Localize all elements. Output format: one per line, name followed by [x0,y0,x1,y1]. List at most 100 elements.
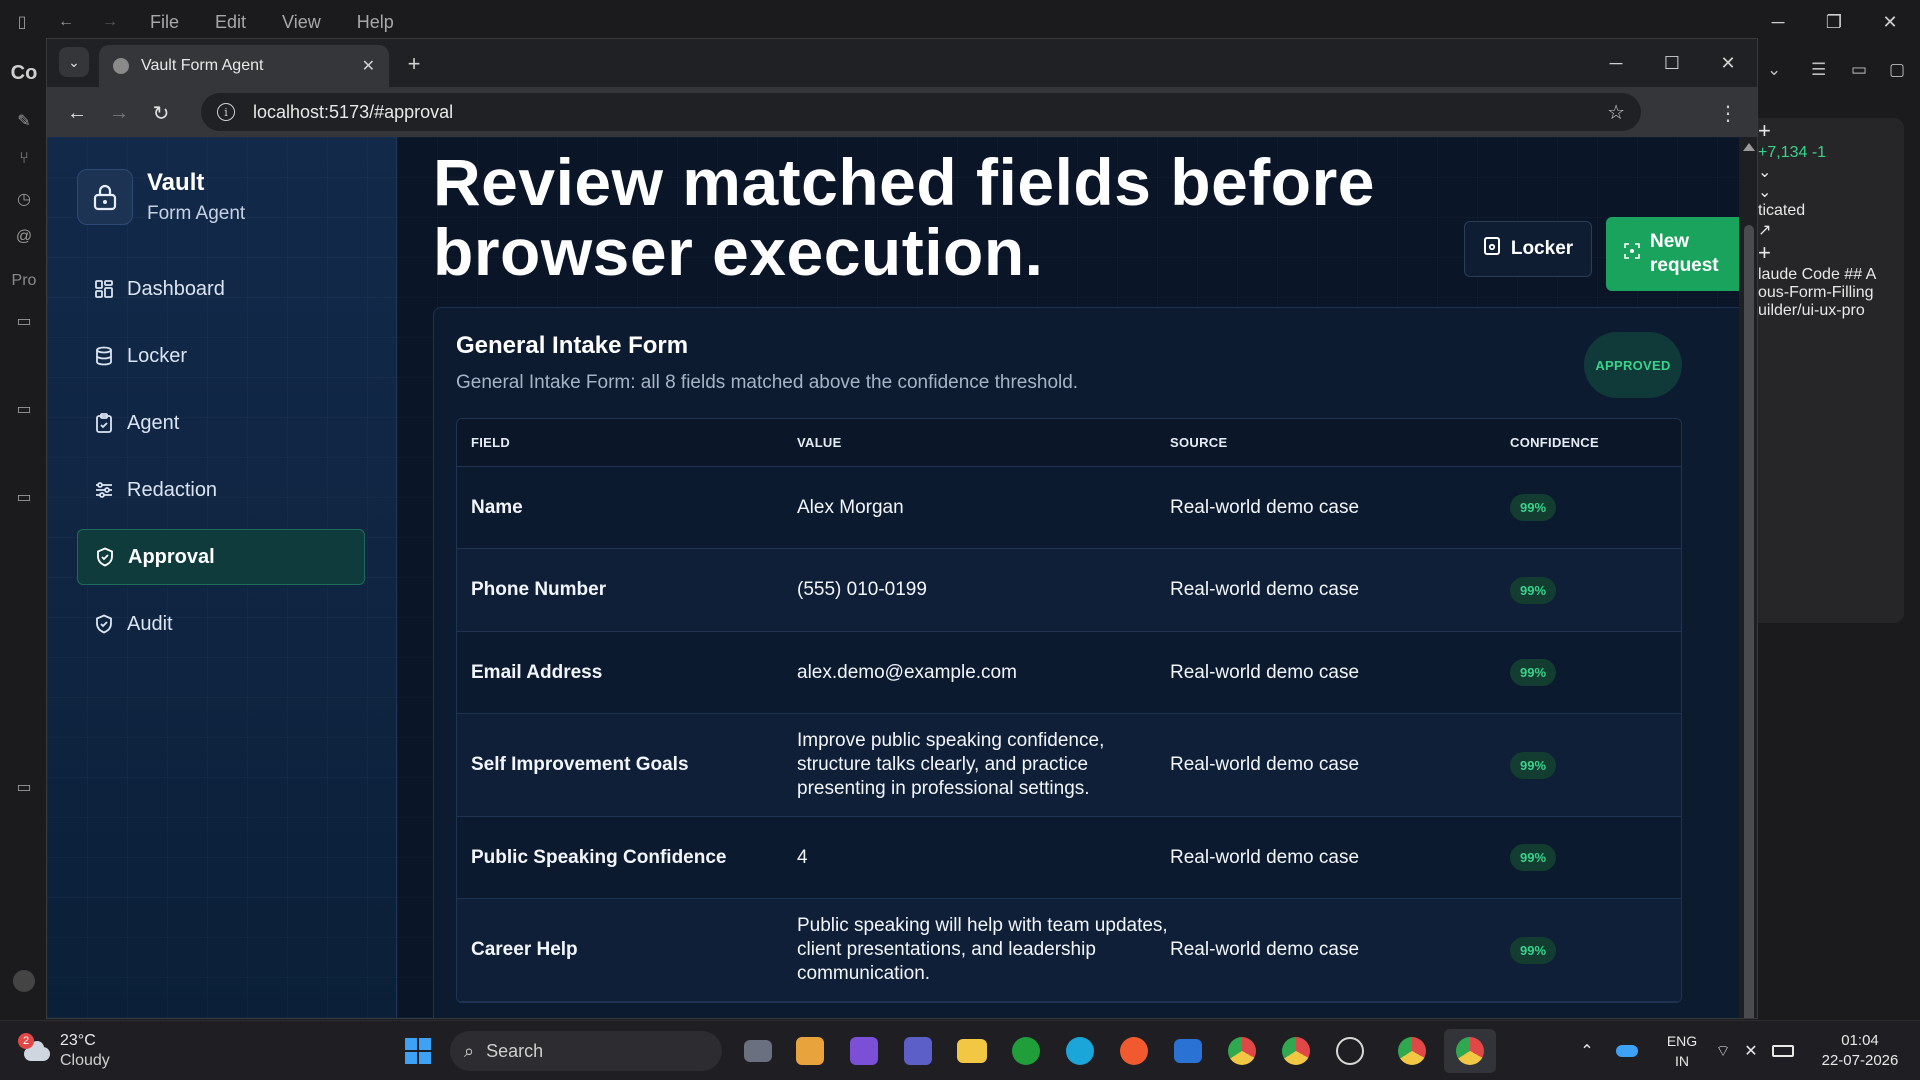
folder-icon[interactable]: ▭ [0,482,48,512]
sidebar-item-audit[interactable]: Audit [77,596,365,652]
scrollbar-thumb[interactable] [1744,225,1754,1018]
lock-icon [77,169,133,225]
folder-icon[interactable]: ▭ [0,772,48,802]
browser-tab-active[interactable]: Vault Form Agent ✕ [99,45,389,87]
task-view-icon[interactable] [738,1029,778,1073]
cell-field: Phone Number [471,579,607,600]
openai-icon[interactable] [1330,1029,1370,1073]
onedrive-icon[interactable] [1612,1029,1642,1073]
panel-icon[interactable]: ▭ [1851,60,1867,80]
scroll-up-icon[interactable] [1743,143,1755,151]
dashboard-icon [93,278,115,300]
sidebar-item-locker[interactable]: Locker [77,328,365,384]
session-item[interactable]: uilder/ui-ux-pro [1758,302,1904,320]
minimize-button[interactable]: ─ [1589,45,1643,81]
weather-widget[interactable]: 2 23°C Cloudy [18,1029,110,1073]
branch-icon[interactable]: ⑂ [0,144,48,174]
store-icon[interactable] [790,1029,830,1073]
app-icon[interactable] [1114,1029,1154,1073]
chevron-down-icon[interactable]: ⌄ [1767,60,1781,80]
host-restore-button[interactable]: ❐ [1806,0,1862,44]
form-card: General Intake Form General Intake Form:… [433,307,1739,1018]
avatar[interactable] [0,966,48,996]
outlook-icon[interactable] [1168,1029,1208,1073]
host-label-co: Co [10,61,38,84]
clock[interactable]: 01:04 22-07-2026 [1810,1031,1910,1071]
clock-icon[interactable]: ◷ [0,184,48,214]
new-request-button[interactable]: New request [1606,217,1739,291]
clipboard-icon [93,412,115,434]
xbox-icon[interactable] [1006,1029,1046,1073]
address-bar[interactable]: i localhost:5173/#approval ☆ [201,93,1641,131]
folder-icon[interactable]: ▭ [0,394,48,424]
session-item[interactable]: laude Code ## A [1758,266,1904,284]
language-indicator[interactable]: ENG IN [1660,1031,1704,1071]
sidebar-item-approval[interactable]: Approval [77,529,365,585]
maximize-button[interactable]: ☐ [1645,45,1699,81]
sidebar-item-agent[interactable]: Agent [77,395,365,451]
edit-icon[interactable]: ✎ [0,106,48,136]
url-text[interactable]: localhost:5173/#approval [253,102,1607,123]
tab-search-button[interactable]: ⌄ [59,47,89,77]
sidebar-item-dashboard[interactable]: Dashboard [77,261,365,317]
page-scrollbar[interactable] [1739,137,1757,1018]
reload-button[interactable]: ↻ [145,97,177,129]
chevron-down-icon[interactable]: ⌄ [1758,162,1904,182]
wifi-icon[interactable]: ⌔ [1710,1029,1736,1073]
chrome-icon[interactable] [1222,1029,1262,1073]
chrome-icon[interactable] [1392,1029,1432,1073]
sidebar-item-label: Redaction [127,478,218,501]
column-header-field: FIELD [471,435,511,450]
close-window-button[interactable]: ✕ [1701,45,1755,81]
host-minimize-button[interactable]: ─ [1750,0,1806,44]
sidebar-toggle-icon[interactable]: ▯ [0,0,44,44]
cell-field: Name [471,496,523,518]
back-button[interactable]: ← [61,97,93,129]
battery-icon[interactable] [1768,1029,1798,1073]
cloud-icon: 2 [18,1033,52,1063]
search-icon: ⌕ [464,1040,475,1061]
browser-menu-icon[interactable]: ⋮ [1713,97,1743,129]
taskbar-search[interactable]: ⌕ Search [450,1031,722,1071]
bookmark-star-icon[interactable]: ☆ [1607,100,1625,125]
chrome-icon-active[interactable] [1444,1029,1496,1073]
edge-icon[interactable] [1060,1029,1100,1073]
notification-badge: 2 [18,1033,34,1049]
sidebar-item-redaction[interactable]: Redaction [77,462,365,518]
language-code: ENG [1666,1033,1698,1049]
close-tab-icon[interactable]: ✕ [362,56,375,76]
locker-button[interactable]: Locker [1464,221,1592,277]
chevron-down-icon[interactable]: ⌄ [1758,182,1904,202]
at-icon[interactable]: @ [0,222,48,252]
cell-value: (555) 010-0199 [797,579,927,600]
clock-time: 01:04 [1841,1032,1879,1049]
chrome-icon[interactable] [1276,1029,1316,1073]
session-item[interactable]: ous-Form-Filling [1758,284,1904,302]
add-icon[interactable]: + [1758,118,1904,144]
new-tab-button[interactable]: + [399,49,429,79]
menu-file[interactable]: File [132,12,197,33]
sidebar-item-label: Dashboard [127,277,225,300]
cell-source: Real-world demo case [1170,939,1360,960]
host-close-button[interactable]: ✕ [1862,0,1918,44]
folder-icon[interactable]: ▭ [0,306,48,336]
site-info-icon[interactable]: i [217,103,235,121]
locker-button-label: Locker [1510,238,1574,259]
app-icon[interactable] [844,1029,884,1073]
teams-icon[interactable] [898,1029,938,1073]
panel-icon[interactable]: ▢ [1889,60,1905,80]
menu-edit[interactable]: Edit [197,12,264,33]
cell-source: Real-world demo case [1170,496,1360,518]
file-explorer-icon[interactable] [952,1029,992,1073]
sidebar-item-label: Audit [127,612,173,635]
forward-button[interactable]: → [103,97,135,129]
add-icon[interactable]: + [1758,240,1904,266]
volume-muted-icon[interactable]: ✕ [1738,1029,1764,1073]
menu-help[interactable]: Help [339,12,412,33]
menu-view[interactable]: View [264,12,339,33]
external-link-icon[interactable]: ↗ [1758,220,1904,240]
session-text: ticated [1758,202,1806,219]
chevron-up-icon[interactable]: ⌃ [1572,1029,1602,1073]
list-icon[interactable]: ☰ [1811,60,1826,80]
windows-start-icon[interactable] [400,1029,436,1073]
